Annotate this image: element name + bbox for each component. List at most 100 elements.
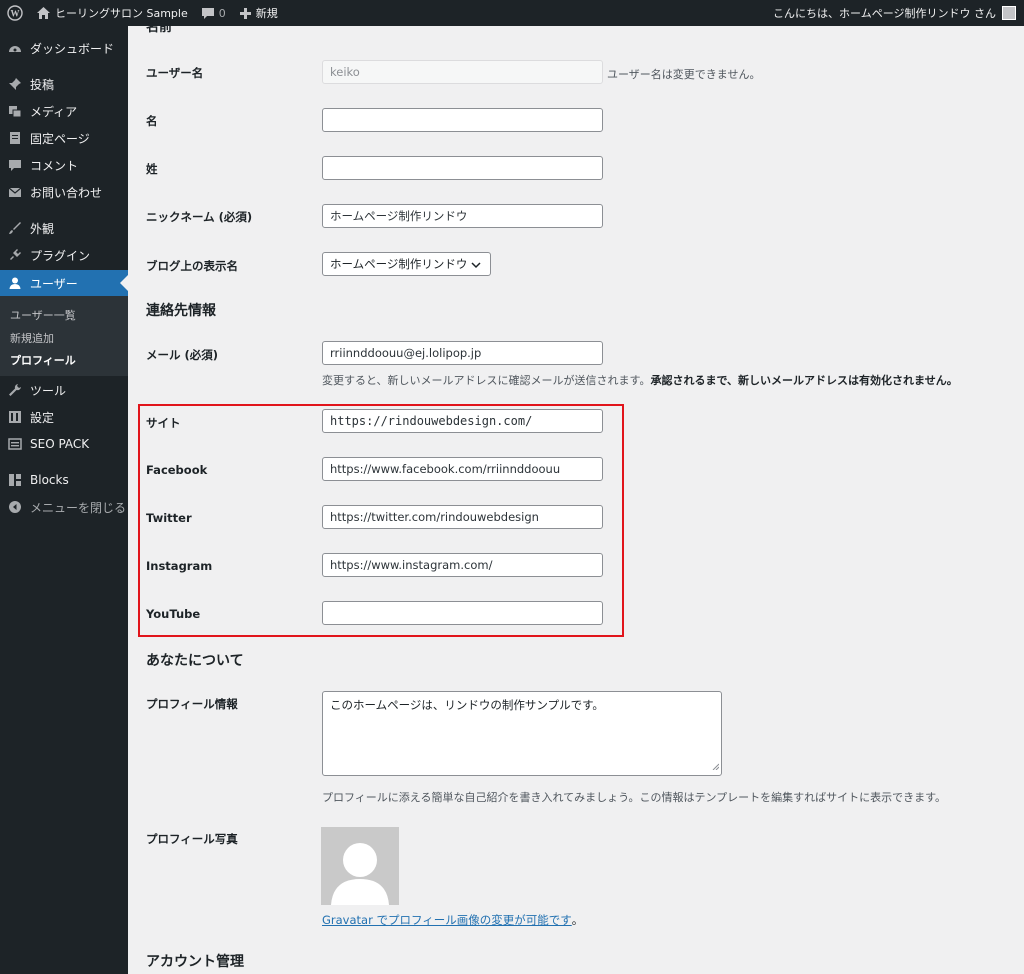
page-icon [7,130,23,146]
contact-section-heading: 連絡先情報 [146,303,216,319]
gravatar-link-text: Gravatar でプロフィール画像の変更が可能です [322,913,572,927]
menu-contact[interactable]: お問い合わせ [0,179,128,205]
menu-blocks[interactable]: Blocks [0,467,128,493]
comment-icon [7,157,23,173]
submenu-all-users[interactable]: ユーザー一覧 [10,307,76,323]
username-label: ユーザー名 [146,66,204,80]
seo-icon [7,436,23,452]
menu-label: メニューを閉じる [30,500,127,515]
settings-icon [7,409,23,425]
last-name-label: 姓 [146,162,158,176]
menu-label: ダッシュボード [30,41,115,56]
menu-label: 投稿 [30,77,55,92]
facebook-field[interactable]: https://www.facebook.com/rriinnddoouu [322,457,603,481]
about-section-heading: あなたについて [146,653,244,669]
menu-label: メディア [30,104,78,119]
comments-count: 0 [218,6,226,20]
menu-tools[interactable]: ツール [0,377,128,403]
menu-label: 固定ページ [30,131,90,146]
new-content-button[interactable]: 新規 [233,0,285,26]
bio-note: プロフィールに添える簡単な自己紹介を書き入れてみましょう。この情報はテンプレート… [322,791,947,804]
name-section-heading: 名前 [146,20,173,35]
plugin-icon [7,247,23,263]
email-label: メール (必須) [146,348,219,362]
last-name-field[interactable] [322,156,603,180]
twitter-label: Twitter [146,511,192,525]
mail-icon [7,184,23,200]
new-label: 新規 [255,7,278,20]
menu-label: Blocks [30,473,69,487]
menu-pages[interactable]: 固定ページ [0,125,128,151]
bio-text: このホームページは、リンドウの制作サンプルです。 [330,698,604,712]
wrench-icon [7,382,23,398]
menu-label: お問い合わせ [30,185,103,200]
menu-settings[interactable]: 設定 [0,404,128,430]
menu-appearance[interactable]: 外観 [0,215,128,241]
bio-textarea[interactable]: このホームページは、リンドウの制作サンプルです。 [322,691,722,776]
nickname-field[interactable]: ホームページ制作リンドウ [322,204,603,228]
brush-icon [7,220,23,236]
menu-seo-pack[interactable]: SEO PACK [0,431,128,457]
email-note: 変更すると、新しいメールアドレスに確認メールが送信されます。承認されるまで、新し… [322,372,958,388]
menu-label: ツール [30,383,67,398]
comment-bubble-icon [201,7,214,19]
display-name-select[interactable]: ホームページ制作リンドウ [322,252,491,276]
home-icon [37,7,50,19]
menu-label: SEO PACK [30,437,90,451]
username-note: ユーザー名は変更できません。 [607,68,761,81]
site-label: サイト [146,416,181,430]
menu-comments[interactable]: コメント [0,152,128,178]
menu-media[interactable]: メディア [0,98,128,124]
email-field[interactable]: rriinnddoouu@ej.lolipop.jp [322,341,603,365]
photo-label: プロフィール写真 [146,832,238,846]
menu-collapse[interactable]: メニューを閉じる [0,494,128,520]
site-url-field[interactable]: https://rindouwebdesign.com/ [322,409,603,433]
wordpress-logo-icon[interactable]: W [0,0,30,26]
menu-label: 外観 [30,221,55,236]
media-icon [7,103,23,119]
menu-label: プラグイン [30,248,91,263]
instagram-label: Instagram [146,559,213,573]
facebook-label: Facebook [146,463,208,477]
svg-text:W: W [11,9,20,19]
instagram-field[interactable]: https://www.instagram.com/ [322,553,603,577]
users-submenu: ユーザー一覧 新規追加 プロフィール [0,296,128,376]
menu-label: ユーザー [30,276,78,291]
submenu-add-new[interactable]: 新規追加 [10,330,54,346]
greeting-text: こんにちは、ホームページ制作リンドウ さん [773,7,996,20]
display-name-value: ホームページ制作リンドウ [330,257,468,271]
menu-plugins[interactable]: プラグイン [0,242,128,268]
first-name-label: 名 [146,114,158,128]
twitter-field[interactable]: https://twitter.com/rindouwebdesign [322,505,603,529]
admin-sidebar: ダッシュボード 投稿 メディア 固定ページ コメント お問い合わせ 外観 プラグ… [0,26,128,974]
first-name-field[interactable] [322,108,603,132]
comments-link[interactable]: 0 [195,0,233,26]
menu-posts[interactable]: 投稿 [0,71,128,97]
collapse-icon [7,499,23,515]
user-avatar-small [1002,6,1016,20]
bio-label: プロフィール情報 [146,697,238,711]
email-note-bold: 承認されるまで、新しいメールアドレスは有効化されません。 [650,374,958,387]
menu-label: 設定 [30,410,55,425]
user-icon [7,275,23,291]
dashboard-icon [7,40,23,56]
email-note-text: 変更すると、新しいメールアドレスに確認メールが送信されます。 [322,374,651,387]
menu-label: コメント [30,158,79,173]
my-account-link[interactable]: こんにちは、ホームページ制作リンドウ さん [766,0,1024,26]
display-name-label: ブログ上の表示名 [146,259,238,273]
chevron-down-icon [471,259,481,273]
blocks-icon [7,472,23,488]
submenu-profile[interactable]: プロフィール [10,352,76,368]
gravatar-link-tail: 。 [571,913,584,927]
menu-dashboard[interactable]: ダッシュボード [0,35,128,61]
resize-handle-icon[interactable] [712,759,720,773]
youtube-field[interactable] [322,601,603,625]
menu-users[interactable]: ユーザー [0,270,128,296]
account-section-heading: アカウント管理 [146,954,244,970]
nickname-label: ニックネーム (必須) [146,210,253,224]
plus-icon [239,7,251,19]
pin-icon [7,76,23,92]
gravatar-link[interactable]: Gravatar でプロフィール画像の変更が可能です。 [322,912,583,928]
username-field: keiko [322,60,603,84]
avatar [321,827,399,905]
